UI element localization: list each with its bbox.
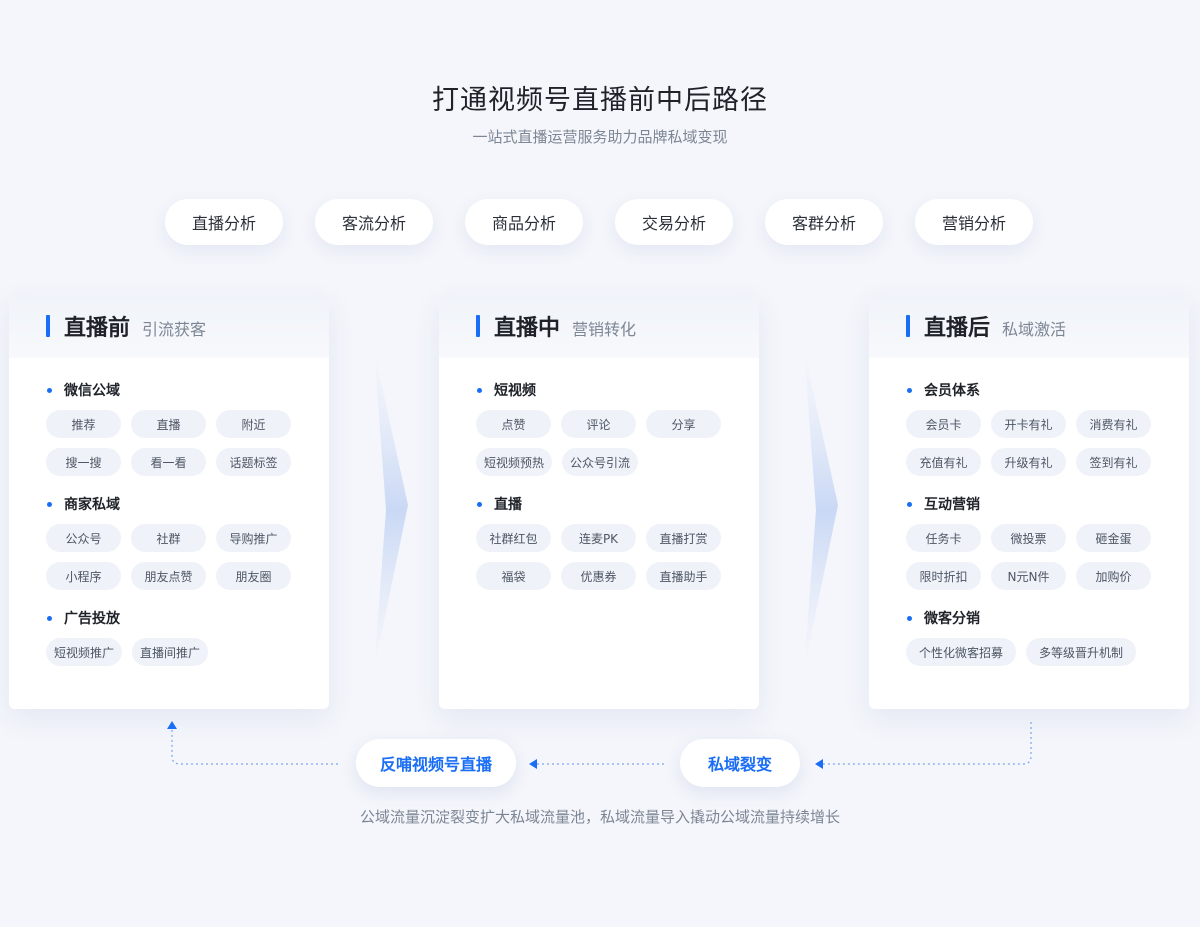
tag[interactable]: 开卡有礼 (991, 410, 1066, 438)
tag[interactable]: 直播间推广 (132, 638, 209, 666)
tag[interactable]: N元N件 (991, 562, 1066, 590)
card-title: 直播中 (494, 316, 561, 341)
tag[interactable]: 砸金蛋 (1076, 524, 1151, 552)
tag[interactable]: 消费有礼 (1076, 410, 1151, 438)
card-header: 直播后 私域激活 (869, 294, 1189, 358)
bullet-icon (907, 387, 912, 393)
tag[interactable]: 点赞 (476, 410, 551, 438)
tag[interactable]: 直播打赏 (646, 524, 721, 552)
chevron-right-icon (374, 350, 408, 670)
analysis-tabs: 直播分析 客流分析 商品分析 交易分析 客群分析 营销分析 (165, 199, 1035, 245)
card-title: 直播前 (64, 316, 131, 341)
tag[interactable]: 多等级晋升机制 (1026, 638, 1136, 666)
tab-transaction-analysis[interactable]: 交易分析 (615, 199, 733, 245)
tag[interactable]: 签到有礼 (1076, 448, 1151, 476)
section-title: 互动营销 (924, 497, 980, 513)
tag[interactable]: 公众号引流 (562, 448, 639, 476)
section-live: 直播 社群红包 连麦PK 直播打赏 福袋 优惠券 直播助手 (476, 492, 759, 600)
section-merchant-private: 商家私域 公众号 社群 导购推广 小程序 朋友点赞 朋友圈 (46, 492, 329, 600)
tag[interactable]: 公众号 (46, 524, 121, 552)
tag[interactable]: 推荐 (46, 410, 121, 438)
tag[interactable]: 福袋 (476, 562, 551, 590)
section-title: 直播 (494, 497, 522, 513)
tab-live-analysis[interactable]: 直播分析 (165, 199, 283, 245)
tag[interactable]: 个性化微客招募 (906, 638, 1016, 666)
tag[interactable]: 看一看 (131, 448, 206, 476)
tab-marketing-analysis[interactable]: 营销分析 (915, 199, 1033, 245)
section-title: 微信公域 (64, 383, 120, 399)
accent-bar (906, 315, 910, 337)
tag[interactable]: 微投票 (991, 524, 1066, 552)
section-wechat-public: 微信公域 推荐 直播 附近 搜一搜 看一看 话题标签 (46, 378, 329, 486)
tag[interactable]: 朋友点赞 (131, 562, 206, 590)
tag[interactable]: 直播 (131, 410, 206, 438)
footnote: 公域流量沉淀裂变扩大私域流量池，私域流量导入撬动公域流量持续增长 (359, 808, 840, 826)
tag[interactable]: 连麦PK (561, 524, 636, 552)
card-subtitle: 营销转化 (572, 319, 637, 339)
section-micro-distribution: 微客分销 个性化微客招募 多等级晋升机制 (906, 606, 1189, 676)
tag[interactable]: 直播助手 (646, 562, 721, 590)
card-during-live: 直播中 营销转化 短视频 点赞 评论 分享 短视频预热 公众号引流 直播 社群红… (439, 294, 759, 709)
tag[interactable]: 分享 (646, 410, 721, 438)
tag[interactable]: 短视频预热 (476, 448, 553, 476)
card-header: 直播前 引流获客 (9, 294, 329, 358)
tag[interactable]: 任务卡 (906, 524, 981, 552)
tag[interactable]: 社群 (131, 524, 206, 552)
bullet-icon (477, 387, 482, 393)
tab-traffic-analysis[interactable]: 客流分析 (315, 199, 433, 245)
accent-bar (476, 315, 480, 337)
tag[interactable]: 限时折扣 (906, 562, 981, 590)
tag[interactable]: 小程序 (46, 562, 121, 590)
section-title: 广告投放 (64, 611, 120, 627)
accent-bar (46, 315, 50, 337)
section-interactive-marketing: 互动营销 任务卡 微投票 砸金蛋 限时折扣 N元N件 加购价 (906, 492, 1189, 600)
bullet-icon (47, 387, 52, 393)
tag[interactable]: 话题标签 (216, 448, 291, 476)
section-title: 短视频 (494, 383, 536, 399)
page-title: 打通视频号直播前中后路径 (432, 85, 768, 116)
bullet-icon (907, 501, 912, 507)
page-subtitle: 一站式直播运营服务助力品牌私域变现 (472, 128, 728, 146)
tag[interactable]: 升级有礼 (991, 448, 1066, 476)
tag[interactable]: 优惠券 (561, 562, 636, 590)
tag[interactable]: 导购推广 (216, 524, 291, 552)
tag[interactable]: 社群红包 (476, 524, 551, 552)
feedback-live-button[interactable]: 反哺视频号直播 (356, 739, 516, 787)
tab-product-analysis[interactable]: 商品分析 (465, 199, 583, 245)
section-short-video: 短视频 点赞 评论 分享 短视频预热 公众号引流 (476, 378, 759, 486)
bullet-icon (477, 501, 482, 507)
card-title: 直播后 (924, 316, 991, 341)
chevron-right-icon (804, 350, 838, 670)
card-subtitle: 引流获客 (142, 319, 207, 339)
section-title: 会员体系 (924, 383, 980, 399)
card-subtitle: 私域激活 (1002, 319, 1067, 339)
bullet-icon (47, 615, 52, 621)
bullet-icon (907, 615, 912, 621)
tag[interactable]: 加购价 (1076, 562, 1151, 590)
section-membership: 会员体系 会员卡 开卡有礼 消费有礼 充值有礼 升级有礼 签到有礼 (906, 378, 1189, 486)
bullet-icon (47, 501, 52, 507)
tag[interactable]: 附近 (216, 410, 291, 438)
card-before-live: 直播前 引流获客 微信公域 推荐 直播 附近 搜一搜 看一看 话题标签 商家私域… (9, 294, 329, 709)
section-ads: 广告投放 短视频推广 直播间推广 (46, 606, 329, 676)
tag[interactable]: 搜一搜 (46, 448, 121, 476)
card-after-live: 直播后 私域激活 会员体系 会员卡 开卡有礼 消费有礼 充值有礼 升级有礼 签到… (869, 294, 1189, 709)
tab-customer-group-analysis[interactable]: 客群分析 (765, 199, 883, 245)
tag[interactable]: 会员卡 (906, 410, 981, 438)
section-title: 微客分销 (924, 611, 980, 627)
tag[interactable]: 朋友圈 (216, 562, 291, 590)
tag[interactable]: 评论 (561, 410, 636, 438)
tag[interactable]: 短视频推广 (46, 638, 123, 666)
section-title: 商家私域 (64, 497, 120, 513)
private-fission-button[interactable]: 私域裂变 (680, 739, 800, 787)
tag[interactable]: 充值有礼 (906, 448, 981, 476)
card-header: 直播中 营销转化 (439, 294, 759, 358)
